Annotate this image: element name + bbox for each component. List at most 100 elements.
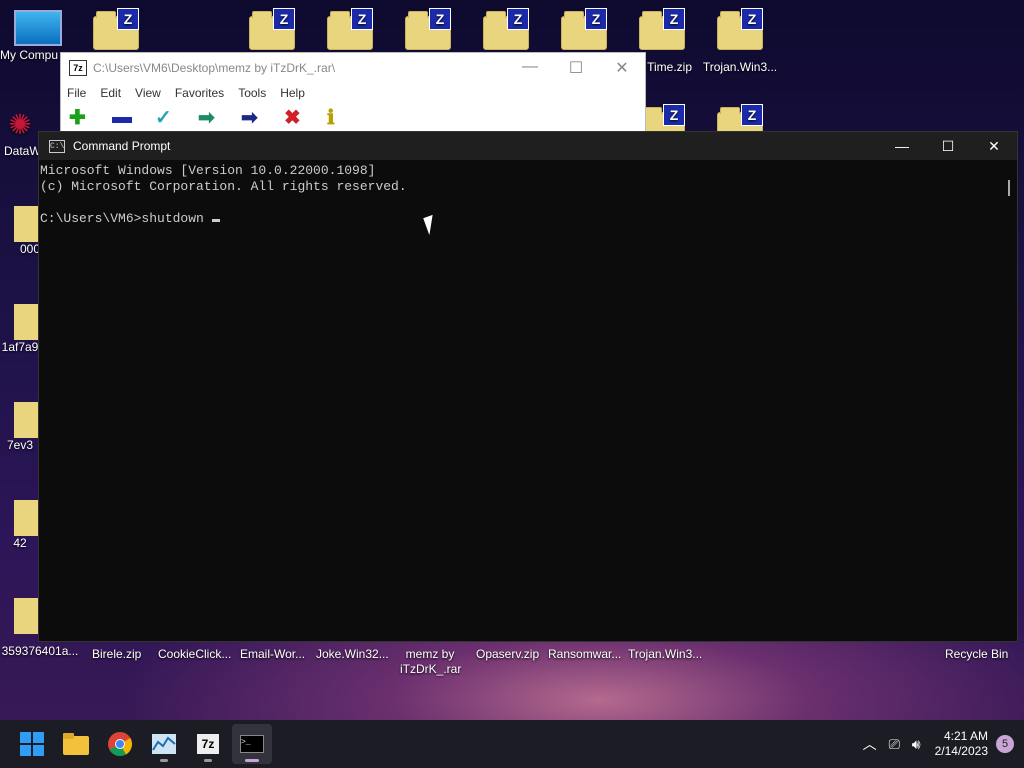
desktop-icon-dataw[interactable]: ✺ DataW [0, 108, 41, 158]
desktop-zip-icon[interactable]: Z [624, 8, 700, 50]
minimize-button[interactable]: — [507, 58, 553, 78]
desktop-icon-label: 1af7a9 [1, 340, 39, 354]
desktop-icon-label[interactable]: Opaserv.zip [476, 647, 539, 661]
console-line: Microsoft Windows [Version 10.0.22000.10… [40, 163, 376, 178]
cmd-taskbar-button[interactable]: >_ [232, 724, 272, 764]
test-icon[interactable]: ✓ [155, 105, 198, 130]
file-icon [14, 206, 38, 242]
desktop-zip-icon[interactable]: Z [468, 8, 544, 50]
active-indicator [245, 759, 259, 762]
monitor-icon [14, 10, 62, 46]
menu-view[interactable]: View [135, 86, 161, 100]
volume-icon[interactable]: 🔊︎ [912, 736, 921, 753]
7zip-toolbar: ✚ ▬ ✓ ➡ ➡ ✖ ℹ [61, 103, 645, 131]
zip-archive-icon: Z [249, 8, 295, 50]
desktop-icon-label: Trojan.Win3... [702, 60, 778, 74]
desktop-zip-icon[interactable]: Z [546, 8, 622, 50]
console-prompt-line[interactable]: C:\Users\VM6>shutdown [40, 211, 1001, 227]
delete-icon[interactable]: ✖ [284, 105, 327, 130]
extract-icon[interactable]: ▬ [112, 106, 155, 129]
running-indicator [160, 759, 168, 762]
desktop-icon-label: 359376401a... [1, 644, 79, 658]
file-icon [14, 500, 38, 536]
clock-date: 2/14/2023 [934, 744, 988, 758]
desktop-zip-icon[interactable]: Z [312, 8, 388, 50]
menu-tools[interactable]: Tools [238, 86, 266, 100]
info-icon[interactable]: ℹ [327, 105, 370, 130]
notification-badge[interactable]: 5 [996, 735, 1014, 753]
system-tray: ︿ ⎚ 🔊︎ 4:21 AM 2/14/2023 5 [857, 720, 1024, 768]
desktop-icon-label[interactable]: CookieClick... [158, 647, 231, 661]
add-icon[interactable]: ✚ [69, 105, 112, 130]
chrome-button[interactable] [100, 724, 140, 764]
console-line: (c) Microsoft Corporation. All rights re… [40, 179, 407, 194]
task-manager-button[interactable] [144, 724, 184, 764]
cmd-console-output[interactable]: Microsoft Windows [Version 10.0.22000.10… [39, 162, 1001, 641]
clock-time: 4:21 AM [943, 729, 988, 743]
desktop-zip-icon[interactable]: Z [390, 8, 466, 50]
scrollbar-thumb[interactable] [1008, 180, 1010, 196]
file-icon [14, 402, 38, 438]
console-command: C:\Users\VM6>shutdown [40, 211, 212, 226]
desktop-icon-label[interactable]: Trojan.Win3... [628, 647, 702, 661]
zip-archive-icon: Z [639, 8, 685, 50]
move-icon[interactable]: ➡ [241, 105, 284, 130]
desktop-icon-label: 7ev3 [6, 438, 34, 452]
7zip-taskbar-button[interactable]: 7z [188, 724, 228, 764]
desktop-icon-1af7a9[interactable]: 1af7a9 [0, 304, 40, 354]
chrome-icon [108, 732, 132, 756]
7zip-menu-bar: File Edit View Favorites Tools Help [61, 83, 645, 103]
desktop-icon-label[interactable]: Ransomwar... [548, 647, 621, 661]
menu-help[interactable]: Help [280, 86, 305, 100]
text-cursor [211, 219, 220, 222]
menu-edit[interactable]: Edit [100, 86, 121, 100]
zip-archive-icon: Z [327, 8, 373, 50]
windows-logo-icon [20, 732, 44, 756]
menu-favorites[interactable]: Favorites [175, 86, 224, 100]
zip-archive-icon: Z [405, 8, 451, 50]
desktop-icon-label[interactable]: Birele.zip [92, 647, 141, 661]
7zip-window-title: C:\Users\VM6\Desktop\memz by iTzDrK_.rar… [93, 61, 336, 75]
chevron-up-icon[interactable]: ︿ [863, 734, 877, 754]
desktop-icon-label: DataW [4, 144, 41, 158]
copy-icon[interactable]: ➡ [198, 105, 241, 130]
taskbar: 7z >_ ︿ ⎚ 🔊︎ 4:21 AM 2/14/2023 5 [0, 720, 1024, 768]
desktop-zip-icon[interactable]: Z [78, 8, 154, 50]
desktop-icon-label[interactable]: memz by iTzDrK_.rar [400, 647, 461, 677]
desktop-icon-label[interactable]: Recycle Bin [945, 647, 1008, 661]
desktop-icon-trojan[interactable]: Trojan.Win3... [702, 58, 778, 74]
desktop-zip-icon[interactable]: Z [234, 8, 310, 50]
7zip-title-bar[interactable]: 7z C:\Users\VM6\Desktop\memz by iTzDrK_.… [61, 53, 645, 83]
file-icon [14, 304, 38, 340]
file-explorer-button[interactable] [56, 724, 96, 764]
start-button[interactable] [12, 724, 52, 764]
network-icon[interactable]: ⎚ [889, 736, 900, 753]
file-icon [14, 598, 38, 634]
cmd-app-icon: C:\ [49, 139, 65, 153]
7zip-app-icon: 7z [69, 60, 87, 76]
cmd-title-bar[interactable]: C:\ Command Prompt — ☐ ✕ [39, 132, 1017, 160]
shortcut-icon: ✺ [8, 109, 32, 140]
7zip-icon: 7z [197, 734, 219, 754]
minimize-button[interactable]: — [879, 138, 925, 155]
command-prompt-window[interactable]: C:\ Command Prompt — ☐ ✕ Microsoft Windo… [38, 131, 1018, 642]
terminal-icon: >_ [240, 735, 264, 753]
7zip-window[interactable]: 7z C:\Users\VM6\Desktop\memz by iTzDrK_.… [60, 52, 646, 134]
desktop-icon-label[interactable]: Email-Wor... [240, 647, 305, 661]
desktop-icon-7ev3[interactable]: 7ev3 [0, 402, 40, 452]
desktop-icon-000[interactable]: 000 [0, 206, 40, 256]
zip-archive-icon: Z [717, 8, 763, 50]
close-button[interactable]: ✕ [971, 138, 1017, 155]
maximize-button[interactable]: ☐ [553, 58, 599, 78]
menu-file[interactable]: File [67, 86, 86, 100]
close-button[interactable]: ✕ [599, 58, 645, 78]
maximize-button[interactable]: ☐ [925, 138, 971, 155]
zip-archive-icon: Z [561, 8, 607, 50]
desktop-zip-icon[interactable]: Z [702, 8, 778, 50]
clock[interactable]: 4:21 AM 2/14/2023 [935, 729, 988, 759]
desktop-icon-42[interactable]: 42 [0, 500, 40, 550]
running-indicator [204, 759, 212, 762]
desktop-icon-label: 42 [13, 536, 27, 550]
desktop-icon-label[interactable]: Joke.Win32... [316, 647, 389, 661]
